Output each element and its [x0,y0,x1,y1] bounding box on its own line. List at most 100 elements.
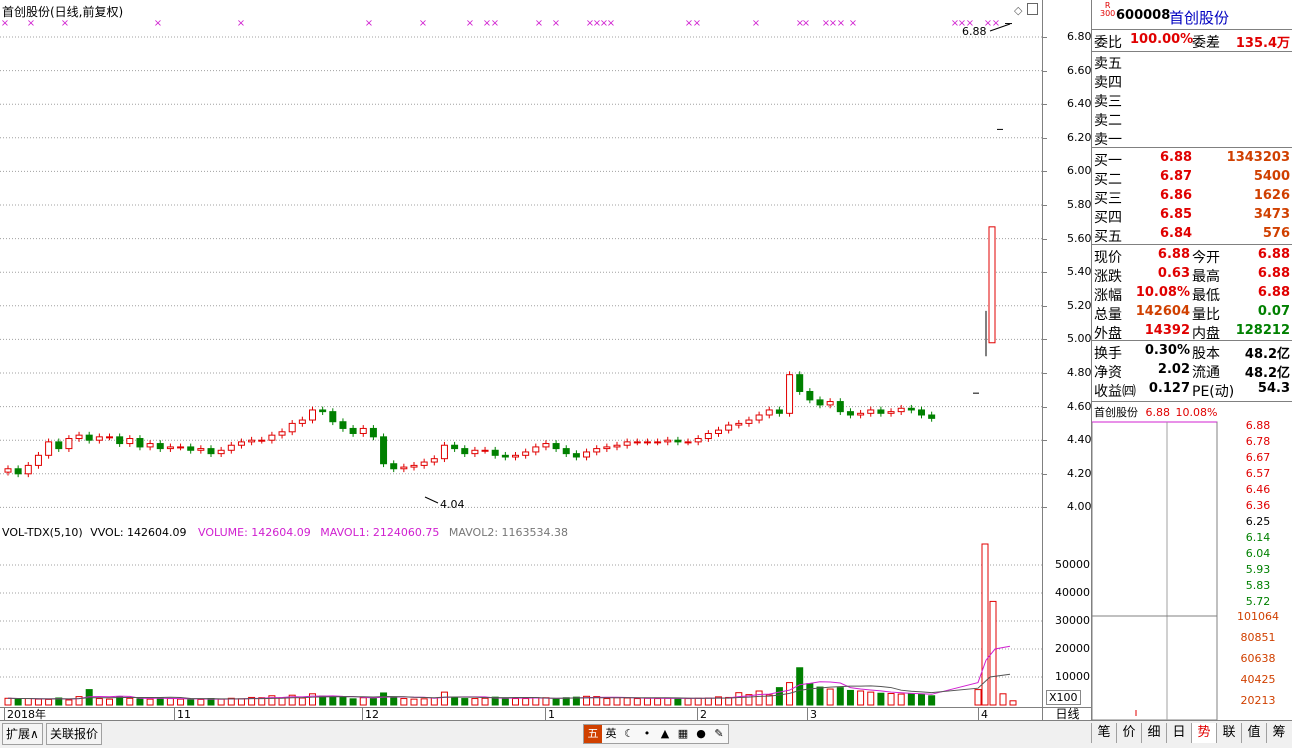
candle-body [512,454,519,458]
wrench-icon[interactable]: ✎ [710,725,728,743]
mini-volume-label: 20213 [1241,694,1276,707]
buy-level-row: 买一 6.88 1343203 [1094,150,1290,169]
signal-marker: × [693,18,701,29]
volume-bar [451,696,459,706]
right-tab-5[interactable]: 联 [1216,723,1241,743]
volume-bar [816,686,824,706]
volume-bar [684,698,692,706]
candle-body [501,454,509,458]
volume-unit: X100 [1046,690,1081,705]
candle-body [603,446,611,450]
candle-body [166,446,174,450]
candle-body [522,451,530,456]
volume-bar [339,696,347,706]
mini-price-label: 5.72 [1246,595,1271,608]
volume-bar [857,690,865,706]
price-tick [1043,339,1047,341]
right-tabs: 笔价细日势联值筹 [1091,721,1292,747]
price-tick [1043,406,1047,408]
volume-bar [501,697,509,706]
buy-level-row: 买三 6.86 1626 [1094,188,1290,207]
intraday-mini-chart[interactable]: 6.88 6.78 6.67 6.57 6.46 6.36 6.25 6.14 6.04 5.93… [1092,420,1292,720]
candle-body [532,446,540,453]
price-tick-label: 5.00 [1067,332,1092,346]
volume-bar [981,543,989,706]
candle-body [654,441,662,444]
toolbar-1[interactable]: 英 [602,725,620,743]
volume-bar [654,698,662,706]
shirt-icon[interactable]: ▲ [656,725,674,743]
candle-body [217,449,225,455]
window-toggle-icon[interactable] [1027,3,1038,15]
period-label[interactable]: 日线 [1042,707,1092,721]
signal-marker: × [802,18,810,29]
volume-bar [562,697,570,706]
candle-body [268,434,276,441]
candle-body [156,443,164,450]
right-tab-2[interactable]: 细 [1141,723,1166,743]
kline-svg: × × × × × × × × × × × × ×××× × × × ×× ×× × × ×× × × ×6.884.04 [0,18,1042,511]
volume-bar [4,697,12,706]
dot-icon[interactable]: • [638,725,656,743]
candle-body [146,443,154,448]
volume-bar [735,692,743,706]
volume-tick-label: 50000 [1055,558,1090,571]
candle-body [918,409,925,416]
candle-body [471,449,479,455]
sell-level-row: 卖三 [1094,94,1122,110]
moon-icon[interactable]: ☾ [620,725,638,743]
volume-bar [674,697,682,706]
price-axis: 6.80 6.60 6.40 6.20 6.00 5.80 5.60 5.40 5.20 5.00… [1042,0,1092,523]
volume-bar [146,698,154,706]
volume-tick-label: 20000 [1055,642,1090,655]
volume-bar [1009,700,1017,706]
volume-bar [623,697,631,706]
candle-body [593,448,601,453]
mini-volume-label: 80851 [1241,631,1276,644]
volume-chart[interactable]: VOL-TDX(5,10) VVOL: 142604.09 VOLUME: 14… [0,523,1042,707]
candle-body [207,448,215,455]
volume-bar [471,698,479,706]
mini-price-label: 5.83 [1246,579,1271,592]
kline-chart[interactable]: × × × × × × × × × × × × × × × × × × × × × × × × × × × × × × 6.88 4.04 首… [0,0,1042,523]
related-quote-tab[interactable]: 关联报价 [46,723,103,745]
user-icon[interactable]: ● [692,725,710,743]
price-tick [1043,104,1047,106]
right-tab-0[interactable]: 笔 [1091,723,1116,743]
right-tab-6[interactable]: 值 [1241,723,1266,743]
buy-level-row: 买二 6.87 5400 [1094,169,1290,188]
candle-body [187,446,195,451]
keyboard-icon[interactable]: ▦ [674,725,692,743]
price-tick-label: 4.00 [1067,500,1092,514]
toolbar-0[interactable]: 五 [584,725,602,743]
volume-bar [217,698,225,706]
volume-bar [897,693,905,706]
volume-indicator-name: VOL-TDX(5,10) [2,526,83,539]
diamond-icon[interactable]: ◇ [1014,4,1022,17]
sell-level-row: 卖四 [1094,75,1122,91]
candle-body [786,374,794,414]
mini-price-label: 6.78 [1246,435,1271,448]
mini-price-label: 5.93 [1246,563,1271,576]
candle-body [542,443,550,448]
price-tick-label: 6.00 [1067,164,1092,178]
signal-marker: × [419,18,427,29]
volume-bar [349,698,357,706]
price-tick-label: 5.20 [1067,298,1092,312]
candle-body [258,439,266,442]
volume-bar [633,698,641,706]
candle-body [725,424,733,431]
candle-body [136,438,144,448]
volume-bar [836,687,844,706]
mini-price-label: 6.57 [1246,467,1271,480]
mini-price-label: 6.88 [1246,420,1271,432]
expand-tab[interactable]: 扩展∧ [2,723,43,745]
right-tab-3[interactable]: 日 [1166,723,1191,743]
ime-toolbar[interactable]: 五英 ☾ • ▲ ▦ ● ✎ [583,724,729,744]
right-tab-1[interactable]: 价 [1116,723,1141,743]
mini-volume-label: 40425 [1241,673,1276,686]
right-tab-4[interactable]: 势 [1191,723,1216,743]
right-tab-7[interactable]: 筹 [1266,723,1291,743]
candle-body [877,409,885,414]
mini-volume-label: 101064 [1237,610,1279,623]
